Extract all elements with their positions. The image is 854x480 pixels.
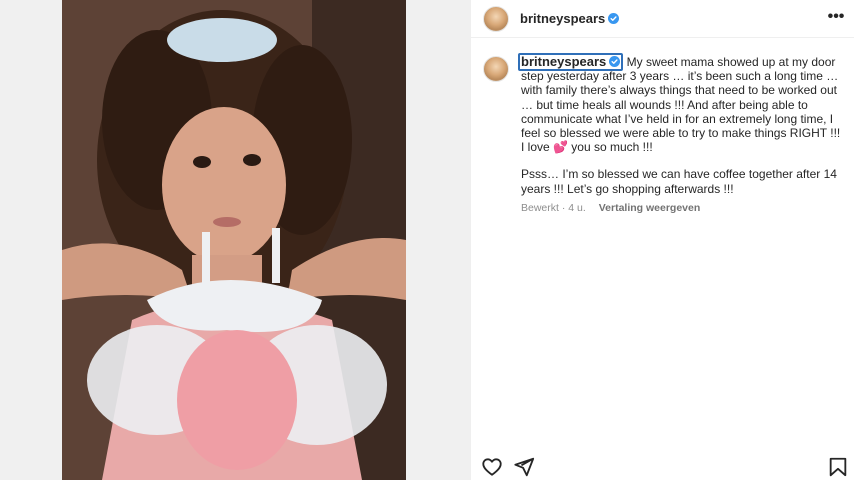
edited-label: Bewerkt (521, 202, 559, 214)
avatar[interactable] (483, 6, 509, 32)
post-caption: britneyspears My sweet mama showed up at… (518, 53, 843, 196)
meta-separator: · (561, 202, 566, 214)
save-button[interactable] (827, 456, 849, 478)
time-ago[interactable]: 4 u. (568, 202, 586, 214)
header-username[interactable]: britneyspears (520, 11, 620, 26)
caption-text-1: My sweet mama showed up at my door step … (521, 55, 841, 155)
more-options-icon[interactable]: ••• (827, 9, 845, 28)
paper-plane-icon (514, 457, 535, 477)
child-portrait-image (62, 0, 406, 480)
verified-badge-icon (608, 13, 620, 24)
share-button[interactable] (513, 456, 535, 478)
caption-paragraph-2: Psss… I’m so blessed we can have coffee … (521, 167, 837, 196)
post-actions-bar (471, 452, 854, 480)
post-meta: Bewerkt · 4 u. Vertaling weergeven (521, 202, 700, 214)
bookmark-icon (829, 457, 847, 477)
post-media-pane (0, 0, 470, 480)
header-username-text[interactable]: britneyspears (520, 11, 605, 26)
heart-icon (482, 458, 502, 476)
post-details-pane: britneyspears ••• britneyspears My sweet… (470, 0, 854, 480)
caption-avatar[interactable] (483, 56, 509, 82)
post-photo[interactable] (62, 0, 406, 480)
translate-link[interactable]: Vertaling weergeven (599, 202, 701, 214)
post-header: britneyspears ••• (471, 0, 854, 38)
like-button[interactable] (481, 456, 503, 478)
verified-badge-icon (609, 56, 621, 67)
caption-paragraph-1: britneyspears My sweet mama showed up at… (518, 53, 843, 155)
caption-username-text[interactable]: britneyspears (521, 54, 606, 69)
